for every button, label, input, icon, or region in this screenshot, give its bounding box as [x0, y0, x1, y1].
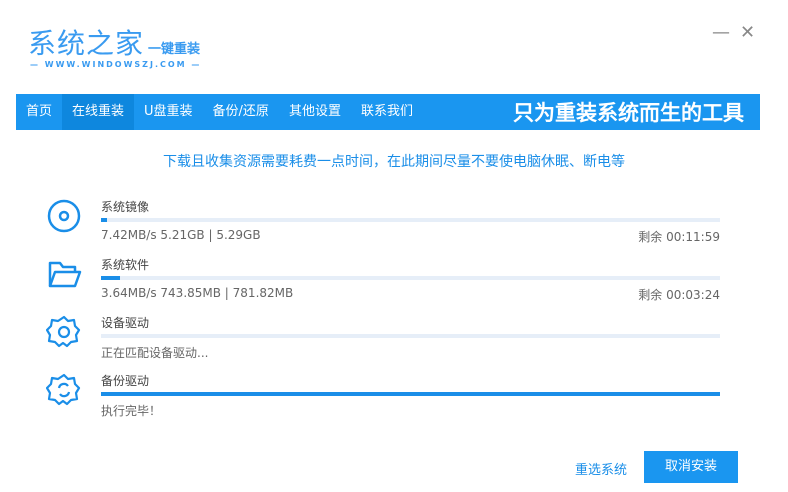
- task-system-image: 系统镜像 7.42MB/s 5.21GB | 5.29GB 剩余 00:11:5…: [46, 198, 720, 254]
- logo-url: — WWW.WINDOWSZJ.COM —: [30, 60, 202, 69]
- logo: 系统之家 一键重装: [28, 22, 200, 62]
- nav-backup-restore[interactable]: 备份/还原: [203, 94, 279, 130]
- gear-sync-icon: [46, 373, 81, 406]
- notice-text: 下载且收集资源需要耗费一点时间，在此期间尽量不要使电脑休眠、断电等: [163, 154, 625, 170]
- task-name: 系统软件: [101, 258, 150, 272]
- progress-fill: [101, 218, 108, 222]
- minimize-button[interactable]: —: [712, 22, 730, 43]
- nav-usb-reinstall[interactable]: U盘重装: [134, 94, 203, 130]
- close-button[interactable]: ✕: [740, 22, 755, 43]
- task-info: 执行完毕！: [101, 404, 162, 418]
- task-name: 设备驱动: [101, 316, 150, 330]
- nav-bar: 首页 在线重装 U盘重装 备份/还原 其他设置 联系我们 只为重装系统而生的工具: [16, 94, 760, 130]
- slogan: 只为重装系统而生的工具: [513, 101, 744, 125]
- reselect-system-button[interactable]: 重选系统: [575, 459, 627, 478]
- nav-contact[interactable]: 联系我们: [351, 94, 423, 130]
- progress-bar: [101, 218, 720, 222]
- progress-bar: [101, 334, 720, 338]
- gear-icon: [46, 315, 81, 348]
- disc-icon: [47, 199, 81, 233]
- logo-subtitle: 一键重装: [148, 42, 201, 57]
- progress-bar: [101, 392, 720, 396]
- task-device-driver: 设备驱动 正在匹配设备驱动...: [46, 314, 720, 370]
- nav-home[interactable]: 首页: [16, 94, 62, 130]
- task-info: 正在匹配设备驱动...: [101, 346, 209, 360]
- folder-icon: [48, 261, 82, 288]
- task-name: 系统镜像: [101, 200, 150, 214]
- task-info: 7.42MB/s 5.21GB | 5.29GB: [101, 228, 261, 242]
- task-info: 3.64MB/s 743.85MB | 781.82MB: [101, 286, 294, 300]
- nav-online-reinstall[interactable]: 在线重装: [62, 94, 135, 130]
- logo-title: 系统之家: [28, 27, 145, 60]
- task-backup-driver: 备份驱动 执行完毕！: [46, 372, 720, 428]
- task-remaining: 剩余 00:11:59: [638, 230, 720, 244]
- task-system-software: 系统软件 3.64MB/s 743.85MB | 781.82MB 剩余 00:…: [46, 256, 720, 312]
- task-name: 备份驱动: [101, 374, 150, 388]
- progress-fill: [101, 392, 720, 396]
- progress-bar: [101, 276, 720, 280]
- task-remaining: 剩余 00:03:24: [638, 288, 720, 302]
- cancel-install-button[interactable]: 取消安装: [644, 451, 738, 483]
- progress-fill: [101, 276, 120, 280]
- nav-other-settings[interactable]: 其他设置: [279, 94, 351, 130]
